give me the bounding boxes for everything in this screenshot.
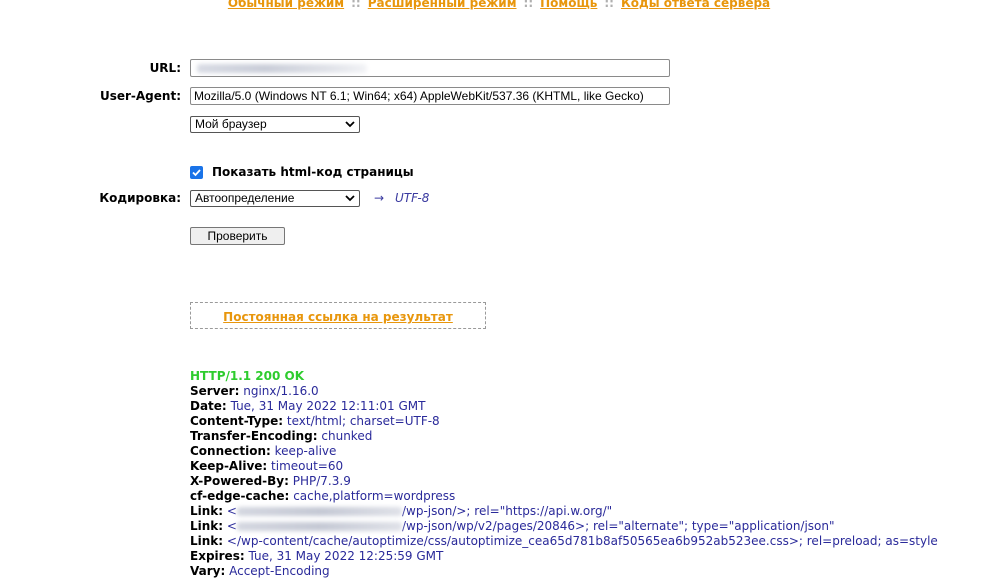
redacted-domain bbox=[236, 522, 402, 531]
header-row: Connection: keep-alive bbox=[190, 444, 337, 458]
check-button[interactable]: Проверить bbox=[190, 227, 285, 245]
user-agent-label: User-Agent: bbox=[99, 89, 181, 103]
header-row: Expires: Tue, 31 May 2022 12:25:59 GMT bbox=[190, 549, 444, 563]
redacted-domain bbox=[236, 507, 402, 516]
permalink-link[interactable]: Постоянная ссылка на результат bbox=[191, 310, 485, 324]
nav-advanced-mode[interactable]: Расширенный режим bbox=[368, 0, 517, 10]
show-html-label: Показать html-код страницы bbox=[212, 165, 414, 179]
header-row: Server: nginx/1.16.0 bbox=[190, 384, 319, 398]
detected-encoding: UTF-8 bbox=[395, 191, 430, 205]
header-row: X-Powered-By: PHP/7.3.9 bbox=[190, 474, 351, 488]
chevron-down-icon bbox=[345, 121, 355, 128]
permalink-box: Постоянная ссылка на результат bbox=[190, 302, 486, 329]
redacted-url bbox=[197, 64, 367, 73]
header-row: Keep-Alive: timeout=60 bbox=[190, 459, 344, 473]
nav-separator: :: bbox=[351, 0, 361, 10]
url-input[interactable] bbox=[190, 59, 670, 77]
nav-help[interactable]: Помощь bbox=[540, 0, 597, 10]
header-row: Transfer-Encoding: chunked bbox=[190, 429, 373, 443]
nav-separator: :: bbox=[604, 0, 614, 10]
header-row: Date: Tue, 31 May 2022 12:11:01 GMT bbox=[190, 399, 426, 413]
top-nav: Обычный режим:: Расширенный режим:: Помощь… bbox=[0, 0, 998, 10]
header-row: Content-Type: text/html; charset=UTF-8 bbox=[190, 414, 440, 428]
header-row: Link: </wp-content/cache/autoptimize/css… bbox=[190, 534, 938, 548]
nav-status-codes[interactable]: Коды ответа сервера bbox=[621, 0, 770, 10]
nav-separator: :: bbox=[523, 0, 534, 10]
response-headers: HTTP/1.1 200 OK Server: nginx/1.16.0 Dat… bbox=[190, 369, 938, 579]
nav-normal-mode[interactable]: Обычный режим bbox=[228, 0, 344, 10]
url-label: URL: bbox=[149, 61, 181, 75]
status-line: HTTP/1.1 200 OK bbox=[190, 369, 305, 383]
user-agent-input[interactable]: Mozilla/5.0 (Windows NT 6.1; Win64; x64)… bbox=[190, 87, 670, 105]
browser-select[interactable]: Мой браузер bbox=[190, 116, 360, 133]
arrow-icon: → bbox=[374, 191, 385, 205]
header-row: cf-edge-cache: cache,platform=wordpress bbox=[190, 489, 456, 503]
header-row: Link: </wp-json/wp/v2/pages/20846>; rel=… bbox=[190, 519, 835, 533]
header-row: Link: </wp-json/>; rel="https://api.w.or… bbox=[190, 504, 613, 518]
header-row: Vary: Accept-Encoding bbox=[190, 564, 330, 578]
encoding-select[interactable]: Автоопределение bbox=[190, 190, 360, 207]
show-html-checkbox[interactable] bbox=[190, 166, 203, 179]
encoding-label: Кодировка: bbox=[99, 191, 181, 205]
chevron-down-icon bbox=[345, 195, 355, 202]
check-icon bbox=[192, 169, 201, 177]
